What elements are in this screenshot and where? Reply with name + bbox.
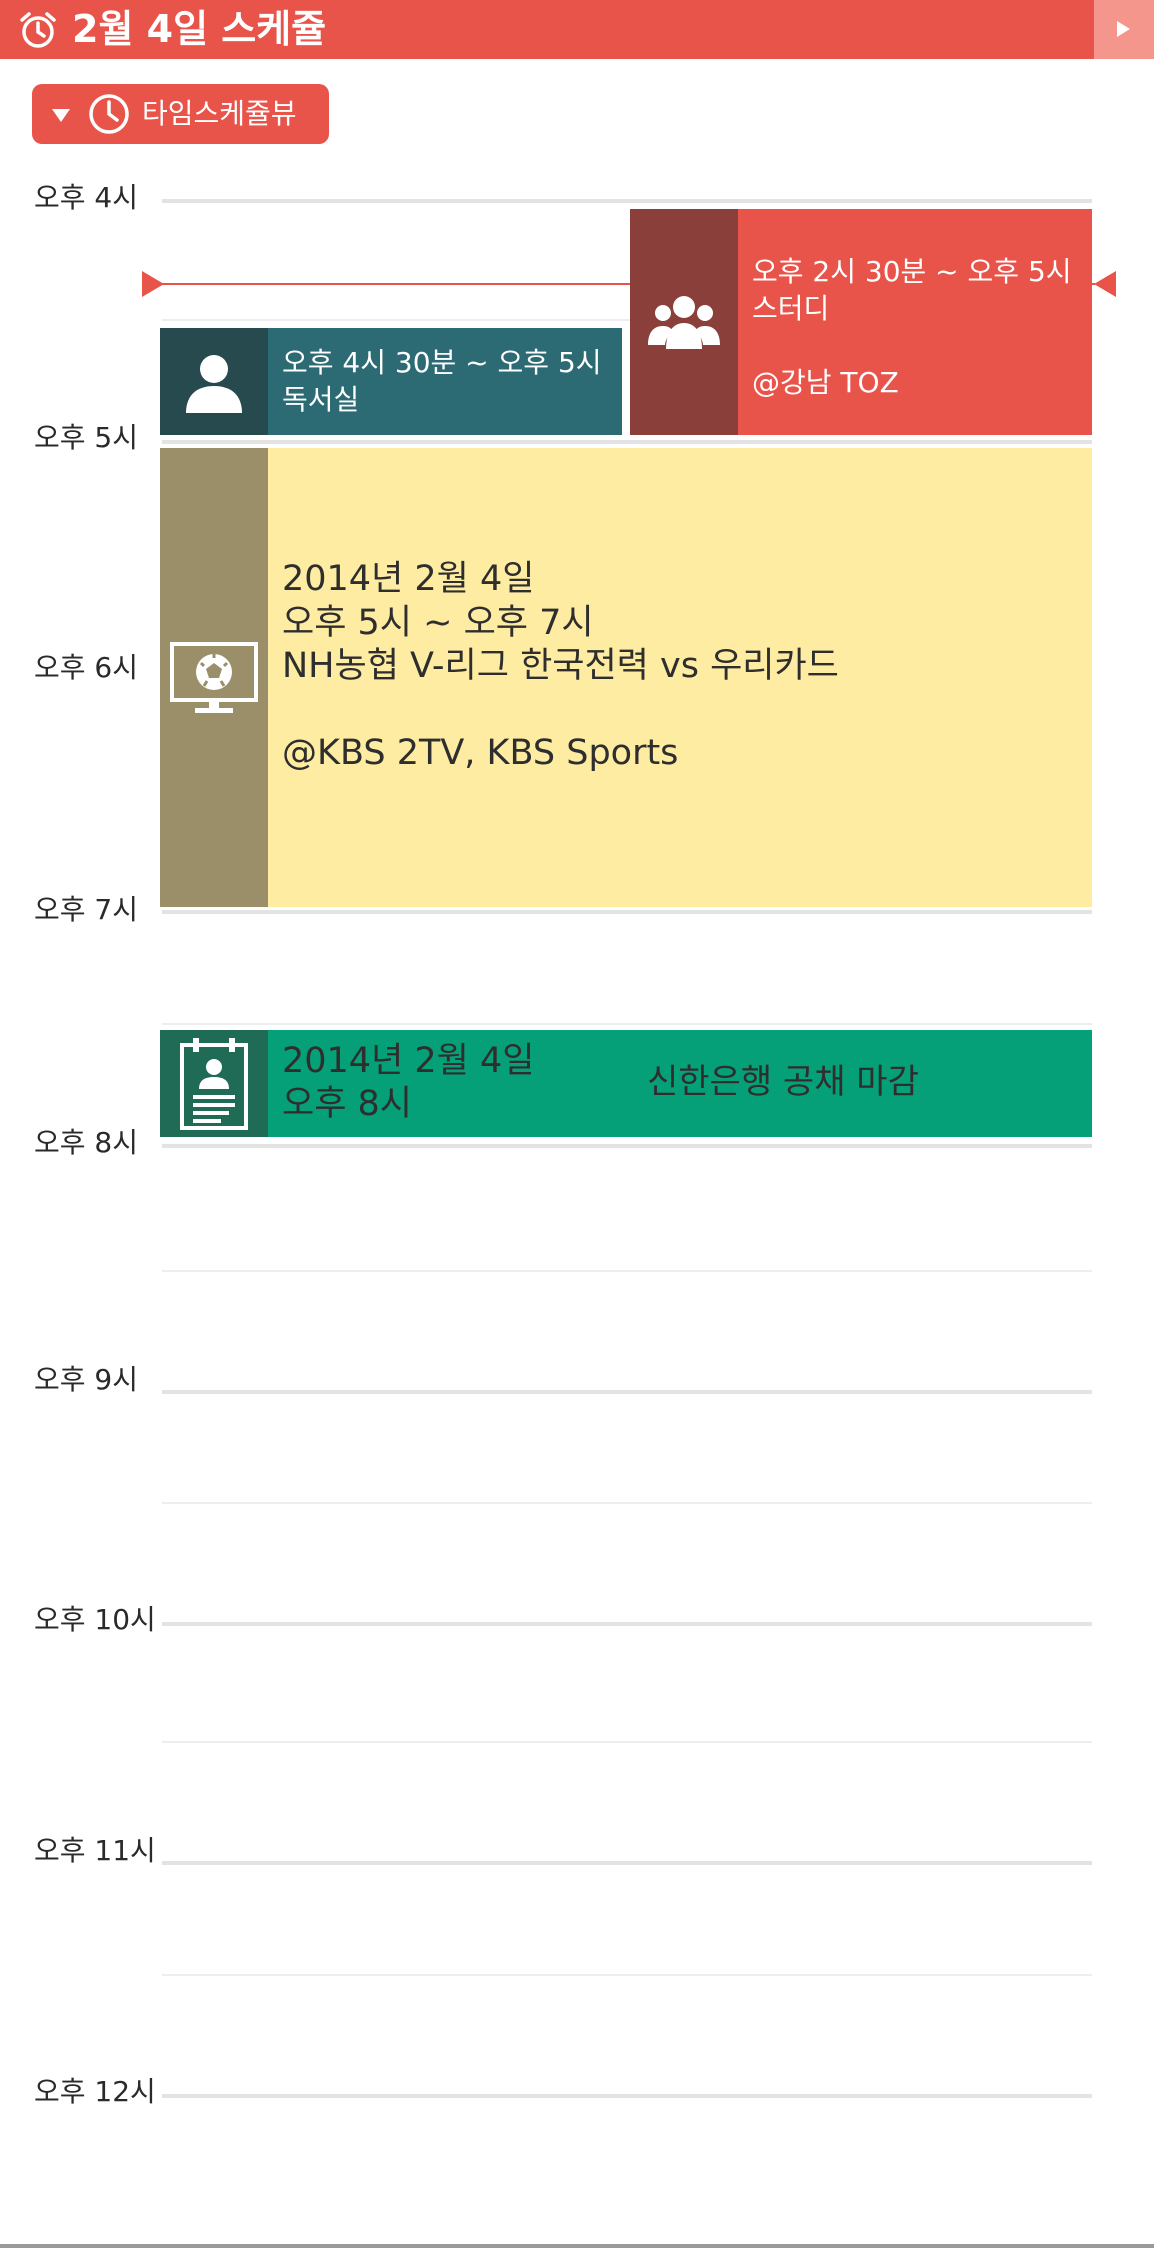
half-hour-line <box>162 1741 1092 1743</box>
hour-line <box>162 2094 1092 2098</box>
schedule-page: 2월 4일 스케쥴 타임스케쥴뷰 오후 4시 오후 5시 오후 6시 오후 7시… <box>0 0 1154 2248</box>
current-time-right-marker <box>1094 271 1116 297</box>
event-icon-box <box>160 328 268 435</box>
hour-line <box>162 1622 1092 1626</box>
event-text: 오후 4시 30분 ~ 오후 5시 독서실 <box>282 346 602 416</box>
event-icon-box <box>630 209 738 435</box>
time-label-12pm: 오후 12시 <box>34 2075 156 2108</box>
event-card-reading-room[interactable]: 오후 4시 30분 ~ 오후 5시 독서실 <box>160 328 622 435</box>
event-text: 오후 2시 30분 ~ 오후 5시 스터디 @강남 TOZ <box>752 255 1072 399</box>
time-label-7pm: 오후 7시 <box>34 893 138 926</box>
event-card-study[interactable]: 오후 2시 30분 ~ 오후 5시 스터디 @강남 TOZ <box>630 209 1092 435</box>
hour-line <box>162 440 1092 444</box>
half-hour-line <box>162 1270 1092 1272</box>
next-day-button[interactable] <box>1094 0 1154 59</box>
hour-line <box>162 1144 1092 1148</box>
hour-line <box>162 1861 1092 1865</box>
bottom-divider <box>0 2244 1154 2248</box>
header-bar: 2월 4일 스케쥴 <box>0 0 1154 59</box>
time-label-10pm: 오후 10시 <box>34 1603 156 1636</box>
resume-clipboard-icon <box>180 1037 248 1130</box>
caret-down-icon <box>52 109 70 122</box>
clock-icon <box>88 93 130 135</box>
event-title: 신한은행 공채 마감 <box>647 1062 919 1102</box>
view-toggle-label: 타임스케쥴뷰 <box>142 97 297 130</box>
event-text: 2014년 2월 4일 오후 8시 <box>282 1041 535 1124</box>
play-arrow-icon <box>1117 21 1130 37</box>
current-time-left-marker <box>142 271 164 297</box>
view-toggle-button[interactable]: 타임스케쥴뷰 <box>32 84 329 144</box>
tv-soccer-icon <box>170 641 258 713</box>
group-icon <box>648 296 720 349</box>
time-label-8pm: 오후 8시 <box>34 1126 138 1159</box>
time-label-5pm: 오후 5시 <box>34 421 138 454</box>
alarm-clock-icon <box>18 10 58 50</box>
half-hour-line <box>162 1502 1092 1504</box>
time-label-9pm: 오후 9시 <box>34 1363 138 1396</box>
hour-line <box>162 910 1092 914</box>
event-text: 2014년 2월 4일 오후 5시 ~ 오후 7시 NH농협 V-리그 한국전력… <box>282 559 839 773</box>
event-icon-box <box>160 448 268 907</box>
person-icon <box>186 354 242 413</box>
hour-line <box>162 1390 1092 1394</box>
event-icon-box <box>160 1030 268 1137</box>
hour-line <box>162 199 1092 203</box>
half-hour-line <box>162 1023 1092 1025</box>
page-title: 2월 4일 스케쥴 <box>72 7 327 51</box>
time-label-6pm: 오후 6시 <box>34 651 138 684</box>
event-card-shinhan[interactable]: 2014년 2월 4일 오후 8시 신한은행 공채 마감 <box>160 1030 1092 1137</box>
time-label-4pm: 오후 4시 <box>34 181 138 214</box>
time-label-11pm: 오후 11시 <box>34 1834 156 1867</box>
half-hour-line <box>162 1974 1092 1976</box>
event-card-volleyball[interactable]: 2014년 2월 4일 오후 5시 ~ 오후 7시 NH농협 V-리그 한국전력… <box>160 448 1092 907</box>
